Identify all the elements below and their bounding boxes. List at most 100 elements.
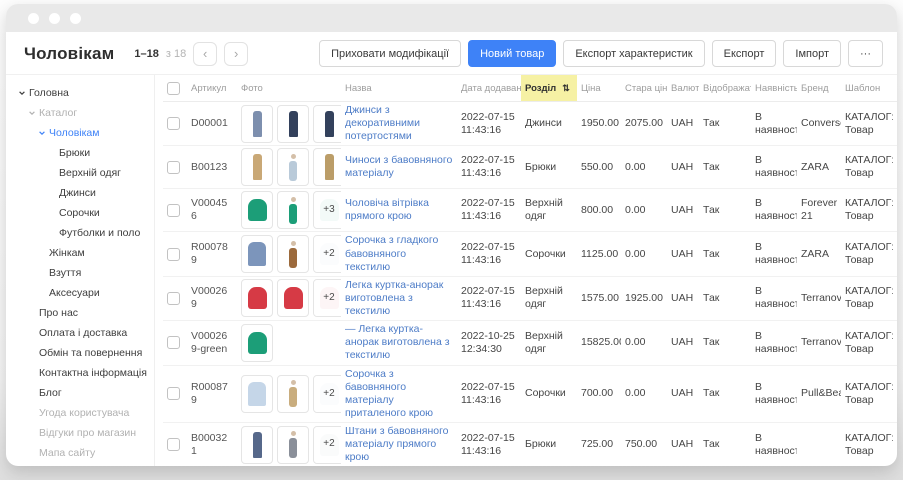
import-button[interactable]: Імпорт [783, 40, 841, 67]
product-photo[interactable] [277, 235, 309, 273]
sidebar-item-sorochky[interactable]: Сорочки [6, 203, 154, 223]
sidebar-item-vidguky-pro-magazyn[interactable]: Відгуки про магазин [6, 423, 154, 443]
garment-shape [289, 387, 297, 407]
sidebar-item-mapa-saytu[interactable]: Мапа сайту [6, 443, 154, 463]
more-photos-thumb[interactable]: +2 [313, 235, 341, 273]
cell-price: 15825.00 [577, 321, 621, 365]
sidebar-item-vzuttya[interactable]: Взуття [6, 263, 154, 283]
row-checkbox[interactable] [167, 336, 180, 349]
sidebar-item-ugoda-korystuvacha[interactable]: Угода користувача [6, 403, 154, 423]
window-control-dot[interactable] [70, 13, 81, 24]
product-photo[interactable] [277, 105, 309, 143]
product-photo[interactable] [241, 105, 273, 143]
product-name-link[interactable]: Чоловіча вітрівка прямого крою [345, 197, 453, 223]
column-header-price[interactable]: Ціна [577, 75, 621, 102]
cell-date: 2022-07-15 11:43:16 [457, 276, 521, 320]
more-photos-thumb[interactable]: +3 [313, 191, 341, 229]
sidebar-item-zhinkam[interactable]: Жінкам [6, 243, 154, 263]
column-header-label: Стара ціна [625, 83, 667, 94]
window-control-dot[interactable] [28, 13, 39, 24]
column-header-sku[interactable]: Артикул [187, 75, 237, 102]
sidebar-item-aksesuary[interactable]: Аксесуари [6, 283, 154, 303]
product-photo[interactable] [241, 375, 273, 413]
prev-page-button[interactable]: ‹ [193, 42, 217, 66]
product-photo[interactable] [241, 235, 273, 273]
product-photo[interactable] [277, 375, 309, 413]
sidebar-item-futbolky-i-polo[interactable]: Футболки и поло [6, 223, 154, 243]
row-checkbox[interactable] [167, 117, 180, 130]
row-checkbox[interactable] [167, 248, 180, 261]
select-all-checkbox[interactable] [167, 82, 180, 95]
table-body: D00001Джинси з декоративними потертостям… [163, 102, 897, 467]
export-button[interactable]: Експорт [712, 40, 777, 67]
product-name-link[interactable]: Сорочка з гладкого бавовняного текстилю [345, 234, 453, 273]
row-checkbox[interactable] [167, 387, 180, 400]
row-checkbox[interactable] [167, 204, 180, 217]
cell-currency: UAH [667, 321, 699, 365]
cell-photos: +2 [237, 423, 341, 467]
product-photo[interactable] [241, 191, 273, 229]
sidebar-item-pro-nas[interactable]: Про нас [6, 303, 154, 323]
hide-modifications-button[interactable]: Приховати модифікації [319, 40, 461, 67]
column-header-stock[interactable]: Наявність [751, 75, 797, 102]
product-photo[interactable] [277, 279, 309, 317]
sidebar-item-label: Каталог [39, 107, 77, 119]
product-name-link[interactable]: Джинси з декоративними потертостями [345, 104, 453, 143]
cell-actions [893, 189, 897, 232]
sidebar-item-cholovikam[interactable]: Чоловікам [6, 123, 154, 143]
more-photos-thumb[interactable]: +2 [313, 375, 341, 413]
sidebar-item-verkhniy-odyag[interactable]: Верхній одяг [6, 163, 154, 183]
column-header-old_price[interactable]: Стара ціна [621, 75, 667, 102]
product-name-link[interactable]: Чиноси з бавовняного матеріалу [345, 154, 453, 180]
sidebar-item-golovna[interactable]: Головна [6, 83, 154, 103]
sidebar-item-obmin-ta-povernennya[interactable]: Обмін та повернення [6, 343, 154, 363]
row-checkbox[interactable] [167, 438, 180, 451]
cell-date: 2022-07-15 11:43:16 [457, 232, 521, 276]
window-control-dot[interactable] [49, 13, 60, 24]
sidebar-item-dzhynsy[interactable]: Джинси [6, 183, 154, 203]
sidebar-item-oplata-i-dostavka[interactable]: Оплата і доставка [6, 323, 154, 343]
product-name-link[interactable]: Сорочка з бавовняного матеріалу притален… [345, 368, 453, 421]
garment-shape [325, 154, 334, 180]
product-photo[interactable] [241, 279, 273, 317]
product-name-link[interactable]: — Легка куртка-анорак виготовлена з текс… [345, 323, 453, 362]
product-photo[interactable] [313, 148, 341, 186]
product-photo[interactable] [241, 324, 273, 362]
product-photo[interactable] [277, 426, 309, 464]
column-header-currency[interactable]: Валюта [667, 75, 699, 102]
product-name-link[interactable]: Легка куртка-анорак виготовлена з тексти… [345, 279, 453, 318]
product-photo[interactable] [277, 148, 309, 186]
sidebar-item-bryuky[interactable]: Брюки [6, 143, 154, 163]
more-photos-thumb[interactable]: +2 [313, 279, 341, 317]
cell-select [163, 365, 187, 423]
new-product-button[interactable]: Новий товар [468, 40, 556, 67]
column-header-template[interactable]: Шаблон [841, 75, 893, 102]
column-header-display[interactable]: Відображати [699, 75, 751, 102]
next-page-button[interactable]: › [224, 42, 248, 66]
product-photo[interactable] [313, 105, 341, 143]
more-photos-badge: +2 [314, 376, 341, 412]
column-header-brand[interactable]: Бренд [797, 75, 841, 102]
more-photos-thumb[interactable]: +2 [313, 426, 341, 464]
garment-shape [289, 248, 297, 268]
product-photo[interactable] [241, 148, 273, 186]
sidebar-item-katalog[interactable]: Каталог [6, 103, 154, 123]
column-header-section[interactable]: Розділ⇅ [521, 75, 577, 102]
cell-sku: R000879 [187, 365, 237, 423]
photo-strip: +3 [241, 191, 337, 229]
cell-photos: +2 [237, 365, 341, 423]
row-checkbox[interactable] [167, 161, 180, 174]
column-header-photo[interactable]: Фото [237, 75, 341, 102]
sidebar-item-kontaktna-informatsiya[interactable]: Контактна інформація [6, 363, 154, 383]
column-header-name[interactable]: Назва [341, 75, 457, 102]
product-photo[interactable] [277, 191, 309, 229]
row-checkbox[interactable] [167, 292, 180, 305]
sort-icon[interactable]: ⇅ [562, 83, 570, 93]
more-actions-button[interactable]: ··· [848, 40, 883, 67]
column-header-date[interactable]: Дата додавання [457, 75, 521, 102]
sidebar-item-label: Верхній одяг [59, 167, 121, 179]
product-name-link[interactable]: Штани з бавовняного матеріалу прямого кр… [345, 425, 453, 464]
export-characteristics-button[interactable]: Експорт характеристик [563, 40, 704, 67]
sidebar-item-blog[interactable]: Блог [6, 383, 154, 403]
product-photo[interactable] [241, 426, 273, 464]
